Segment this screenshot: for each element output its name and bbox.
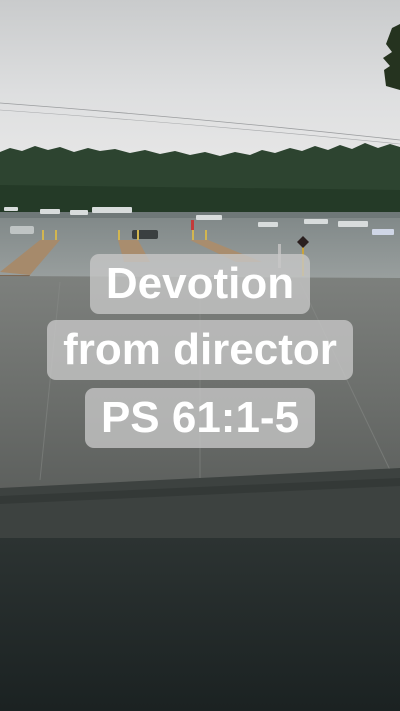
story-frame: Devotion from director PS 61:1-5 — [0, 0, 400, 711]
lake-boat-ramp-photo — [0, 0, 400, 540]
sky — [0, 0, 400, 160]
story-bottom-fill — [0, 538, 400, 711]
